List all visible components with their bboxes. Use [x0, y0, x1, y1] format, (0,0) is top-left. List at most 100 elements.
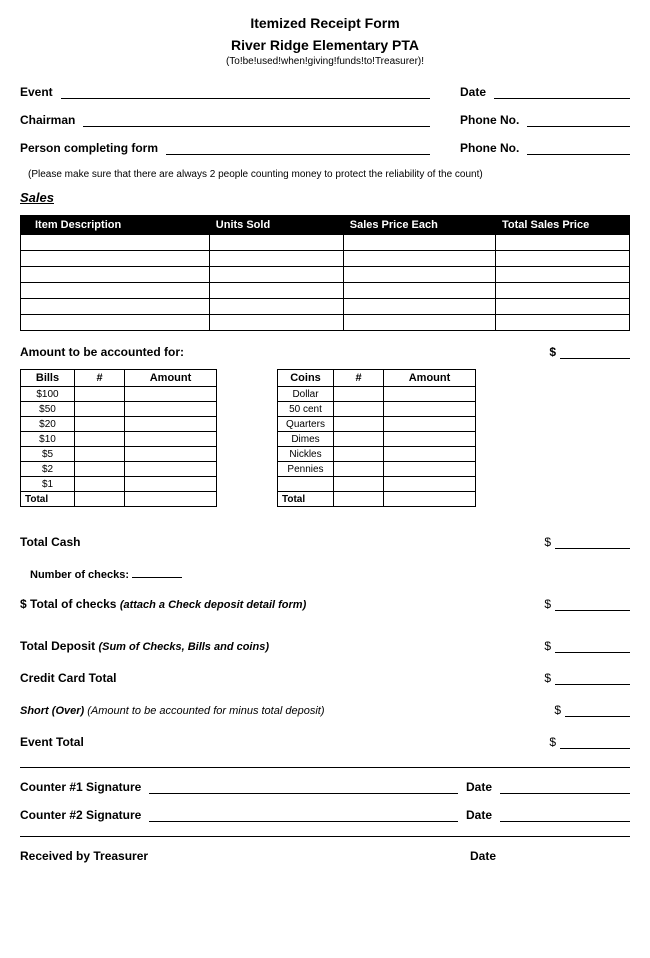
label-total-checks: $ Total of checks — [20, 597, 120, 611]
col-coins-amount: Amount — [384, 370, 476, 387]
input-event[interactable] — [61, 85, 430, 99]
input-num-checks[interactable] — [132, 567, 182, 578]
table-row[interactable]: $2 — [21, 462, 217, 477]
label-phone2: Phone No. — [460, 141, 519, 155]
input-short-over[interactable] — [565, 705, 630, 717]
label-counter2: Counter #2 Signature — [20, 808, 141, 822]
input-counter1-date[interactable] — [500, 781, 630, 794]
sales-table: Item Description Units Sold Sales Price … — [20, 215, 630, 331]
input-total-cash[interactable] — [555, 537, 630, 549]
input-accounted[interactable] — [560, 347, 630, 359]
coins-table: Coins # Amount Dollar 50 cent Quarters D… — [277, 369, 476, 507]
col-coins-hash: # — [334, 370, 384, 387]
label-num-checks: Number of checks: — [30, 569, 129, 581]
table-row[interactable] — [21, 315, 630, 331]
amount-accounted: Amount to be accounted for: $ — [20, 345, 630, 359]
label-credit-card: Credit Card Total — [20, 671, 116, 685]
row-credit-card: Credit Card Total $ — [20, 671, 630, 685]
money-tables: Bills # Amount $100 $50 $20 $10 $5 $2 $1… — [20, 369, 630, 507]
label-person: Person completing form — [20, 141, 158, 155]
label-total-deposit: Total Deposit — [20, 639, 98, 653]
table-row-total[interactable]: Total — [278, 492, 476, 507]
label-date: Date — [460, 85, 486, 99]
row-treasurer: Received by Treasurer Date — [20, 849, 630, 863]
table-row[interactable] — [21, 235, 630, 251]
label-date-treasurer: Date — [470, 849, 630, 863]
table-row[interactable]: $50 — [21, 402, 217, 417]
label-chairman: Chairman — [20, 113, 75, 127]
divider — [20, 767, 630, 768]
row-chairman-phone: Chairman Phone No. — [20, 113, 630, 127]
input-counter2-date[interactable] — [500, 809, 630, 822]
row-short-over: Short (Over) (Amount to be accounted for… — [20, 703, 630, 717]
label-accounted: Amount to be accounted for: — [20, 345, 184, 359]
input-credit-card[interactable] — [555, 673, 630, 685]
label-event: Event — [20, 85, 53, 99]
table-row[interactable]: $10 — [21, 432, 217, 447]
col-bills-amount: Amount — [125, 370, 217, 387]
table-row[interactable]: $1 — [21, 477, 217, 492]
note-total-deposit: (Sum of Checks, Bills and coins) — [98, 641, 269, 653]
dollar-sign: $ — [549, 735, 556, 749]
table-row[interactable]: Dollar — [278, 387, 476, 402]
table-row[interactable]: Dimes — [278, 432, 476, 447]
table-row[interactable]: 50 cent — [278, 402, 476, 417]
bills-table: Bills # Amount $100 $50 $20 $10 $5 $2 $1… — [20, 369, 217, 507]
dollar-sign: $ — [544, 535, 551, 549]
label-date-c1: Date — [466, 780, 492, 794]
col-bills: Bills — [21, 370, 75, 387]
row-num-checks: Number of checks: — [30, 567, 630, 581]
row-person-phone: Person completing form Phone No. — [20, 141, 630, 155]
note-short-over: (Amount to be accounted for minus total … — [87, 705, 324, 717]
table-row[interactable]: Nickles — [278, 447, 476, 462]
row-counter1: Counter #1 Signature Date — [20, 780, 630, 794]
label-short-over: Short (Over) — [20, 705, 87, 717]
section-sales: Sales — [20, 190, 630, 205]
row-total-checks: $ Total of checks (attach a Check deposi… — [20, 597, 630, 611]
input-chairman[interactable] — [83, 113, 430, 127]
input-total-deposit[interactable] — [555, 641, 630, 653]
label-counter1: Counter #1 Signature — [20, 780, 141, 794]
label-treasurer: Received by Treasurer — [20, 849, 462, 863]
col-item-desc: Item Description — [21, 216, 210, 235]
instruction-text: (Please make sure that there are always … — [28, 169, 630, 180]
dollar-sign: $ — [544, 639, 551, 653]
table-row[interactable] — [21, 283, 630, 299]
table-row[interactable]: $5 — [21, 447, 217, 462]
form-title: Itemized Receipt Form — [20, 15, 630, 31]
row-event-total: Event Total $ — [20, 735, 630, 749]
table-row[interactable]: Pennies — [278, 462, 476, 477]
input-counter1-sig[interactable] — [149, 781, 458, 794]
table-row[interactable] — [21, 251, 630, 267]
label-date-c2: Date — [466, 808, 492, 822]
row-total-cash: Total Cash $ — [20, 535, 630, 549]
form-note: (To!be!used!when!giving!funds!to!Treasur… — [20, 56, 630, 67]
input-phone1[interactable] — [527, 113, 630, 127]
input-person[interactable] — [166, 141, 430, 155]
label-phone1: Phone No. — [460, 113, 519, 127]
input-counter2-sig[interactable] — [149, 809, 458, 822]
table-row-total[interactable]: Total — [21, 492, 217, 507]
table-row[interactable] — [21, 299, 630, 315]
label-event-total: Event Total — [20, 735, 84, 749]
form-org: River Ridge Elementary PTA — [20, 37, 630, 53]
input-total-checks[interactable] — [555, 599, 630, 611]
table-row[interactable]: $100 — [21, 387, 217, 402]
divider — [20, 836, 630, 837]
table-row[interactable]: Quarters — [278, 417, 476, 432]
col-units: Units Sold — [209, 216, 343, 235]
table-row[interactable] — [278, 477, 476, 492]
table-row[interactable] — [21, 267, 630, 283]
row-event-date: Event Date — [20, 85, 630, 99]
input-phone2[interactable] — [527, 141, 630, 155]
col-bills-hash: # — [75, 370, 125, 387]
table-row[interactable]: $20 — [21, 417, 217, 432]
dollar-sign: $ — [544, 597, 551, 611]
row-counter2: Counter #2 Signature Date — [20, 808, 630, 822]
input-date[interactable] — [494, 85, 630, 99]
label-total-cash: Total Cash — [20, 535, 80, 549]
row-total-deposit: Total Deposit (Sum of Checks, Bills and … — [20, 639, 630, 653]
input-event-total[interactable] — [560, 737, 630, 749]
dollar-sign: $ — [554, 703, 561, 717]
col-total-price: Total Sales Price — [496, 216, 630, 235]
